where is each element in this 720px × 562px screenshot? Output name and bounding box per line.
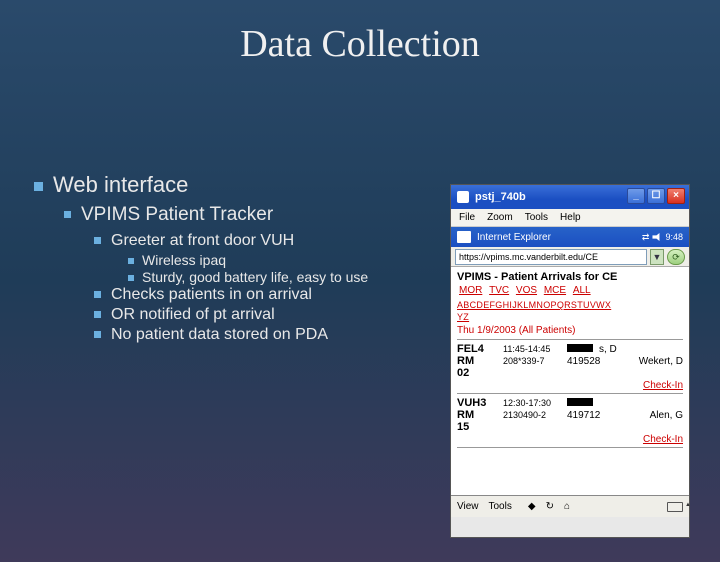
case-id: 419528 <box>567 356 600 367</box>
redacted-bar <box>567 398 593 406</box>
checkin-link[interactable]: Check-In <box>457 380 683 391</box>
foot-refresh-icon[interactable]: ↻ <box>546 501 554 512</box>
url-input[interactable]: https://vpims.mc.vanderbilt.edu/CE <box>455 249 647 265</box>
address-bar: https://vpims.mc.vanderbilt.edu/CE ▼ ⟳ <box>451 247 689 267</box>
bullet-icon <box>94 237 101 244</box>
window-icon <box>457 191 469 203</box>
window-title-text: pstj_740b <box>475 191 526 203</box>
bullet-lvl3: OR notified of pt arrival <box>94 306 404 324</box>
windows-flag-icon[interactable] <box>457 231 471 243</box>
menu-file[interactable]: File <box>459 212 475 223</box>
patient-name: s, D <box>599 344 617 355</box>
minimize-button[interactable]: _ <box>627 188 645 204</box>
dept-link-mor[interactable]: MOR <box>459 285 482 296</box>
bullet-lvl3: Greeter at front door VUH <box>94 232 404 250</box>
bullet-lvl1: Web interface <box>34 172 404 198</box>
foot-separator: ◆ <box>528 501 536 512</box>
menu-bar: File Zoom Tools Help <box>451 209 689 227</box>
patient-row-cut <box>457 447 683 453</box>
case-id: 419712 <box>567 410 600 421</box>
pda-clock[interactable]: ⇄ 9:48 <box>642 232 683 243</box>
menu-tools[interactable]: Tools <box>525 212 548 223</box>
time-range: 11:45-14:45 <box>503 344 561 354</box>
dept-link-vos[interactable]: VOS <box>516 285 537 296</box>
url-dropdown[interactable]: ▼ <box>650 249 664 265</box>
bullet-icon <box>94 311 101 318</box>
pda-titlebar: Internet Explorer ⇄ 9:48 <box>451 227 689 247</box>
checkin-link[interactable]: Check-In <box>457 434 683 445</box>
foot-home-icon[interactable]: ⌂ <box>564 501 570 512</box>
bullet-lvl4: Wireless ipaq <box>128 252 404 268</box>
menu-help[interactable]: Help <box>560 212 581 223</box>
foot-tools[interactable]: Tools <box>489 501 512 512</box>
room-number: 15 <box>457 421 497 433</box>
page-body: VPIMS - Patient Arrivals for CE MOR TVC … <box>451 267 689 495</box>
bullet-lvl2: VPIMS Patient Tracker <box>64 204 404 226</box>
room-label: FEL4 <box>457 343 497 355</box>
bullet-list: Web interface VPIMS Patient Tracker Gree… <box>34 172 404 346</box>
alpha-filter-2[interactable]: YZ <box>457 312 683 322</box>
room-label: RM <box>457 355 497 367</box>
bullet-icon <box>94 291 101 298</box>
dept-link-mce[interactable]: MCE <box>544 285 566 296</box>
bullet-lvl3: Checks patients in on arrival <box>94 286 404 304</box>
bullet-icon <box>34 182 43 191</box>
menu-zoom[interactable]: Zoom <box>487 212 513 223</box>
bullet-lvl3: No patient data stored on PDA <box>94 326 404 344</box>
slide-title: Data Collection <box>0 22 720 66</box>
pda-app-name: Internet Explorer <box>477 232 551 243</box>
date-filter[interactable]: Thu 1/9/2003 (All Patients) <box>457 325 683 336</box>
dept-link-tvc[interactable]: TVC <box>489 285 509 296</box>
pda-command-bar: View Tools ◆ ↻ ⌂ <box>451 495 689 517</box>
patient-row: FEL4 11:45-14:45 s, D RM 208*339-7 41952… <box>457 339 683 393</box>
patient-row: VUH3 12:30-17:30 RM 2130490-2 419712 Ale… <box>457 393 683 447</box>
dept-links: MOR TVC VOS MCE ALL <box>457 285 683 296</box>
foot-view[interactable]: View <box>457 501 479 512</box>
maximize-button[interactable]: ☐ <box>647 188 665 204</box>
bullet-icon <box>64 211 71 218</box>
page-heading: VPIMS - Patient Arrivals for CE <box>457 271 683 283</box>
room-label: RM <box>457 409 497 421</box>
speaker-icon <box>652 233 662 241</box>
close-button[interactable]: × <box>667 188 685 204</box>
bullet-lvl4: Sturdy, good battery life, easy to use <box>128 269 404 285</box>
room-label: VUH3 <box>457 397 497 409</box>
surgeon: Wekert, D <box>639 356 683 367</box>
mrn: 2130490-2 <box>503 410 561 420</box>
bullet-icon <box>128 258 134 264</box>
surgeon: Alen, G <box>650 410 683 421</box>
bullet-icon <box>94 331 101 338</box>
keyboard-icon[interactable] <box>667 502 683 512</box>
window-titlebar[interactable]: pstj_740b _ ☐ × <box>451 185 689 209</box>
mrn: 208*339-7 <box>503 356 561 366</box>
time-range: 12:30-17:30 <box>503 398 561 408</box>
go-button[interactable]: ⟳ <box>667 249 685 265</box>
dept-link-all[interactable]: ALL <box>573 285 591 296</box>
connectivity-icon: ⇄ <box>642 232 650 243</box>
redacted-bar <box>567 344 593 352</box>
bullet-icon <box>128 275 134 281</box>
embedded-screenshot: pstj_740b _ ☐ × File Zoom Tools Help Int… <box>450 184 690 538</box>
room-number: 02 <box>457 367 497 379</box>
alpha-filter[interactable]: ABCDEFGHIJKLMNOPQRSTUVWX <box>457 300 683 310</box>
